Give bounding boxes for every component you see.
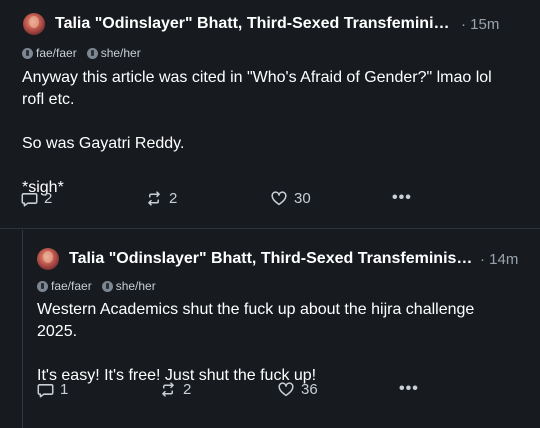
avatar[interactable] [23, 13, 45, 35]
repost-count: 2 [183, 380, 192, 398]
post-main[interactable]: Talia "Odinslayer" Bhatt, Third-Sexed Tr… [0, 0, 540, 230]
like-count: 36 [301, 380, 318, 398]
pronoun-badges: fae/faer she/her [22, 46, 141, 60]
avatar[interactable] [37, 248, 59, 270]
pronoun-label: fae/faer [51, 279, 92, 293]
repost-button[interactable]: 2 [145, 190, 177, 207]
reply-icon [21, 192, 38, 206]
post-time[interactable]: · 14m [480, 251, 518, 268]
like-count: 30 [294, 189, 311, 207]
pronoun-icon [37, 280, 48, 292]
reply-icon [37, 383, 54, 397]
repost-button[interactable]: 2 [159, 381, 191, 398]
more-options-button[interactable]: ••• [392, 189, 412, 207]
post-header: Talia "Odinslayer" Bhatt, Third-Sexed Tr… [37, 248, 518, 270]
pronoun-badge: fae/faer [22, 46, 77, 60]
more-options-button[interactable]: ••• [399, 380, 419, 398]
pronoun-badge: fae/faer [37, 279, 92, 293]
pronoun-label: fae/faer [36, 46, 77, 60]
pronoun-badge: she/her [101, 279, 156, 293]
pronoun-icon [101, 280, 113, 292]
post-text: Western Academics shut the fuck up about… [37, 301, 475, 384]
pronoun-label: she/her [100, 46, 141, 60]
heart-icon [271, 190, 287, 205]
reply-button[interactable]: 2 [21, 190, 52, 207]
reply-count: 1 [60, 380, 69, 398]
repost-icon [148, 190, 160, 206]
post-header: Talia "Odinslayer" Bhatt, Third-Sexed Tr… [23, 13, 499, 35]
post-text: Anyway this article was cited in "Who's … [22, 69, 492, 196]
feed-thread: Talia "Odinslayer" Bhatt, Third-Sexed Tr… [0, 0, 540, 428]
pronoun-icon [22, 47, 33, 59]
post-reply[interactable]: Talia "Odinslayer" Bhatt, Third-Sexed Tr… [22, 232, 540, 428]
reply-button[interactable]: 1 [37, 381, 68, 398]
pronoun-badge: she/her [86, 46, 141, 60]
pronoun-label: she/her [115, 279, 156, 293]
like-button[interactable]: 36 [277, 381, 318, 398]
heart-icon [278, 381, 294, 396]
pronoun-icon [86, 47, 98, 59]
pronoun-badges: fae/faer she/her [37, 279, 156, 293]
author-name[interactable]: Talia "Odinslayer" Bhatt, Third-Sexed Tr… [69, 250, 474, 268]
repost-count: 2 [169, 189, 178, 207]
repost-icon [162, 381, 174, 397]
post-time[interactable]: · 15m [461, 16, 499, 33]
reply-count: 2 [44, 189, 53, 207]
author-name[interactable]: Talia "Odinslayer" Bhatt, Third-Sexed Tr… [55, 15, 455, 33]
like-button[interactable]: 30 [270, 190, 311, 207]
